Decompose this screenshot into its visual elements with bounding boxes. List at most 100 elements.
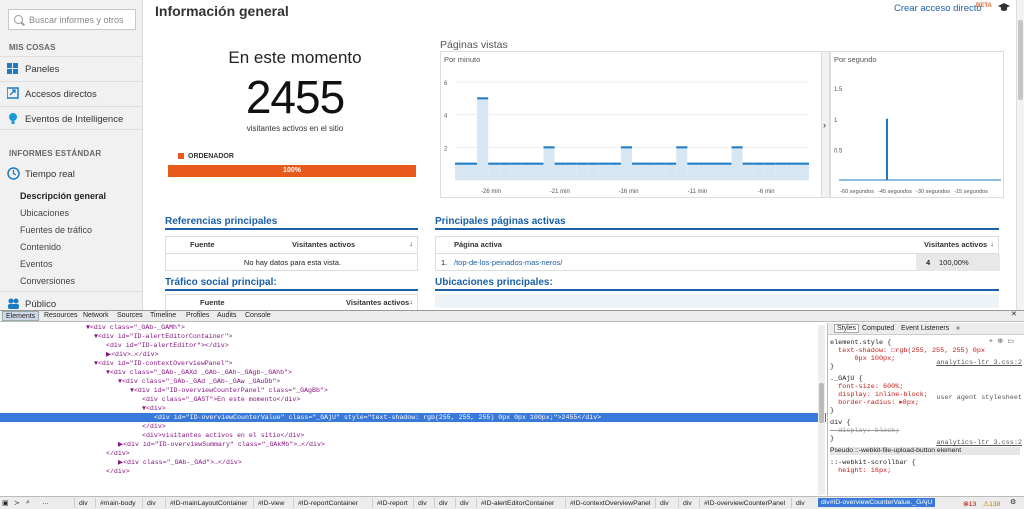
breadcrumb-item[interactable]: div: [79, 500, 88, 507]
close-icon[interactable]: ✕: [1011, 310, 1017, 318]
active-page-link[interactable]: /top-de-los-peinados-mas-neros/: [454, 258, 562, 267]
tab-resources[interactable]: Resources: [44, 312, 77, 319]
dock-icon[interactable]: ▣: [2, 499, 8, 507]
style-rule-line[interactable]: div {: [830, 419, 850, 427]
sidebar-item-panels[interactable]: Paneles: [0, 56, 142, 80]
dom-node[interactable]: ▼<div class="_GAb-_GAd _GAb-_GAw _GAuDb"…: [0, 377, 826, 386]
dom-node[interactable]: ▶<div class="_GAb-_GAd">…</div>: [0, 458, 826, 467]
style-rule-line[interactable]: display: inline-block;: [830, 391, 928, 399]
breadcrumb-item[interactable]: #ID-reportContainer: [298, 500, 358, 507]
sidebar-item-realtime[interactable]: Tiempo real: [0, 162, 142, 186]
dom-tree[interactable]: ▼<div class="_GAb-_GAMh"> ▼<div id="ID-al…: [0, 323, 826, 495]
dom-node[interactable]: ▶<div>…</div>: [0, 350, 826, 359]
pseudo-element-header[interactable]: Pseudo ::-webkit-file-upload-button elem…: [830, 447, 1020, 455]
dom-node[interactable]: ▼<div class="_GAb-_GAXd _GAb-_GAh-_GAgb-…: [0, 368, 826, 377]
create-shortcut-link[interactable]: Crear acceso directo: [894, 3, 982, 14]
page-scrollbar[interactable]: [1016, 0, 1024, 310]
style-rule-line[interactable]: }: [830, 435, 834, 443]
breadcrumb-item[interactable]: div: [439, 500, 448, 507]
sort-down-icon[interactable]: ↓: [409, 239, 413, 248]
breadcrumb-item[interactable]: #ID-report: [377, 500, 408, 507]
breadcrumb-item[interactable]: #ID-view: [258, 500, 284, 507]
dom-node[interactable]: ▼<div>: [0, 404, 826, 413]
sidebar-sub-events[interactable]: Eventos: [20, 259, 53, 269]
gear-icon[interactable]: ⚙: [1010, 498, 1016, 506]
chart-bar: [720, 163, 732, 180]
style-rule-line[interactable]: display: block;: [830, 427, 899, 435]
dom-node[interactable]: ▼<div id="ID-contextOverviewPanel">: [0, 359, 826, 368]
breadcrumb-item[interactable]: #ID-contextOverviewPanel: [570, 500, 650, 507]
dom-node[interactable]: ▼<div id="ID-overviewCounterPanel" class…: [0, 386, 826, 395]
breadcrumb-item[interactable]: div: [683, 500, 692, 507]
breadcrumb-item[interactable]: #ID-overviewCounterPanel: [704, 500, 785, 507]
sidebar-sub-locations[interactable]: Ubicaciones: [20, 208, 69, 218]
breadcrumb-item[interactable]: div: [796, 500, 805, 507]
search-input[interactable]: Buscar informes y otros: [8, 9, 136, 30]
style-rule-line[interactable]: 0px 100px;: [830, 355, 895, 363]
sidebar-item-audience[interactable]: Público: [0, 291, 142, 310]
x-tick-label: -45 segundos: [878, 189, 912, 195]
style-source-link[interactable]: analytics-ltr 3.css:2: [936, 359, 1022, 367]
tab-computed[interactable]: Computed: [862, 325, 894, 332]
breadcrumb-item[interactable]: #ID-alertEditorContainer: [481, 500, 554, 507]
sort-down-icon[interactable]: ↓: [409, 297, 413, 306]
tab-sources[interactable]: Sources: [117, 312, 143, 319]
dom-node[interactable]: </div>: [0, 467, 826, 476]
dom-tree-scrollbar[interactable]: [818, 325, 825, 495]
breadcrumb-item[interactable]: div: [660, 500, 669, 507]
dom-node[interactable]: ▼<div id="ID-alertEditorContainer">: [0, 332, 826, 341]
tab-timeline[interactable]: Timeline: [150, 312, 176, 319]
chevron-right-icon: ›: [823, 120, 826, 130]
more-tabs-icon[interactable]: »: [956, 325, 960, 332]
dom-node[interactable]: <div class="_GAST">En este momento</div>: [0, 395, 826, 404]
sidebar-sub-overview[interactable]: Descripción general: [20, 191, 106, 201]
style-rule-line[interactable]: height: 16px;: [830, 467, 891, 475]
breadcrumb-item[interactable]: #main-body: [100, 500, 136, 507]
error-count[interactable]: ⊗13: [963, 500, 976, 508]
breadcrumb-item[interactable]: div: [147, 500, 156, 507]
breadcrumb-item[interactable]: #ID-mainLayoutContainer: [170, 500, 247, 507]
console-icon[interactable]: ≻: [14, 499, 20, 507]
style-rule-line[interactable]: text-shadow: □rgb(255, 255, 255) 0px: [830, 347, 985, 355]
breadcrumb-item[interactable]: div: [460, 500, 469, 507]
style-rule-line[interactable]: }: [830, 363, 834, 371]
sidebar-sub-content[interactable]: Contenido: [20, 242, 61, 252]
selected-dom-node[interactable]: <div id="ID-overviewCounterValue" class=…: [0, 413, 826, 422]
tab-network[interactable]: Network: [83, 312, 109, 319]
sidebar-item-intelligence[interactable]: Eventos de Intelligence: [0, 106, 142, 130]
style-rule-line[interactable]: ._GAjU {: [830, 375, 863, 383]
breadcrumb-separator: [372, 498, 373, 508]
warning-count[interactable]: ⚠138: [983, 500, 1000, 508]
dom-node[interactable]: </div>: [0, 422, 826, 431]
style-rule-line[interactable]: font-size: 600%;: [830, 383, 903, 391]
search-icon[interactable]: ⌕: [26, 499, 30, 507]
breadcrumb-item[interactable]: div: [418, 500, 427, 507]
sidebar-item-shortcuts[interactable]: Accesos directos: [0, 81, 142, 105]
dom-node[interactable]: <div>visitantes activos en el sitio</div…: [0, 431, 826, 440]
more-icon[interactable]: …: [42, 499, 49, 506]
graduation-cap-icon[interactable]: [998, 3, 1010, 12]
sidebar-sub-conversions[interactable]: Conversiones: [20, 276, 75, 286]
tab-elements[interactable]: Elements: [2, 311, 40, 321]
sidebar-sub-traffic-sources[interactable]: Fuentes de tráfico: [20, 225, 92, 235]
tab-styles[interactable]: Styles: [834, 324, 860, 333]
style-rule-line[interactable]: }: [830, 407, 834, 415]
dom-node[interactable]: <div id="ID-alertEditor"></div>: [0, 341, 826, 350]
tab-profiles[interactable]: Profiles: [186, 312, 209, 319]
sort-down-icon[interactable]: ↓: [990, 239, 994, 248]
new-style-icons[interactable]: + ⊕ ▭: [989, 337, 1014, 346]
dom-node[interactable]: </div>: [0, 449, 826, 458]
dom-node[interactable]: ▼<div class="_GAb-_GAMh">: [0, 323, 826, 332]
dom-node[interactable]: ▶<div id="ID-overviewSummary" class="_GA…: [0, 440, 826, 449]
tab-event-listeners[interactable]: Event Listeners: [901, 325, 949, 332]
search-icon: [14, 15, 23, 24]
style-rule-line[interactable]: element.style {: [830, 339, 891, 347]
breadcrumb-item[interactable]: div#ID-overviewCounterValue._GAjU: [818, 498, 936, 507]
style-rule-line[interactable]: border-radius: ▸8px;: [830, 399, 919, 407]
tab-audits[interactable]: Audits: [217, 312, 236, 319]
style-rule-line[interactable]: ::-webkit-scrollbar {: [830, 459, 916, 467]
style-source-link[interactable]: analytics-ltr 3.css:2: [936, 439, 1022, 447]
tab-console[interactable]: Console: [245, 312, 271, 319]
pages-title: Principales páginas activas: [435, 216, 999, 230]
chart-toggle-arrow[interactable]: ›: [821, 51, 830, 198]
